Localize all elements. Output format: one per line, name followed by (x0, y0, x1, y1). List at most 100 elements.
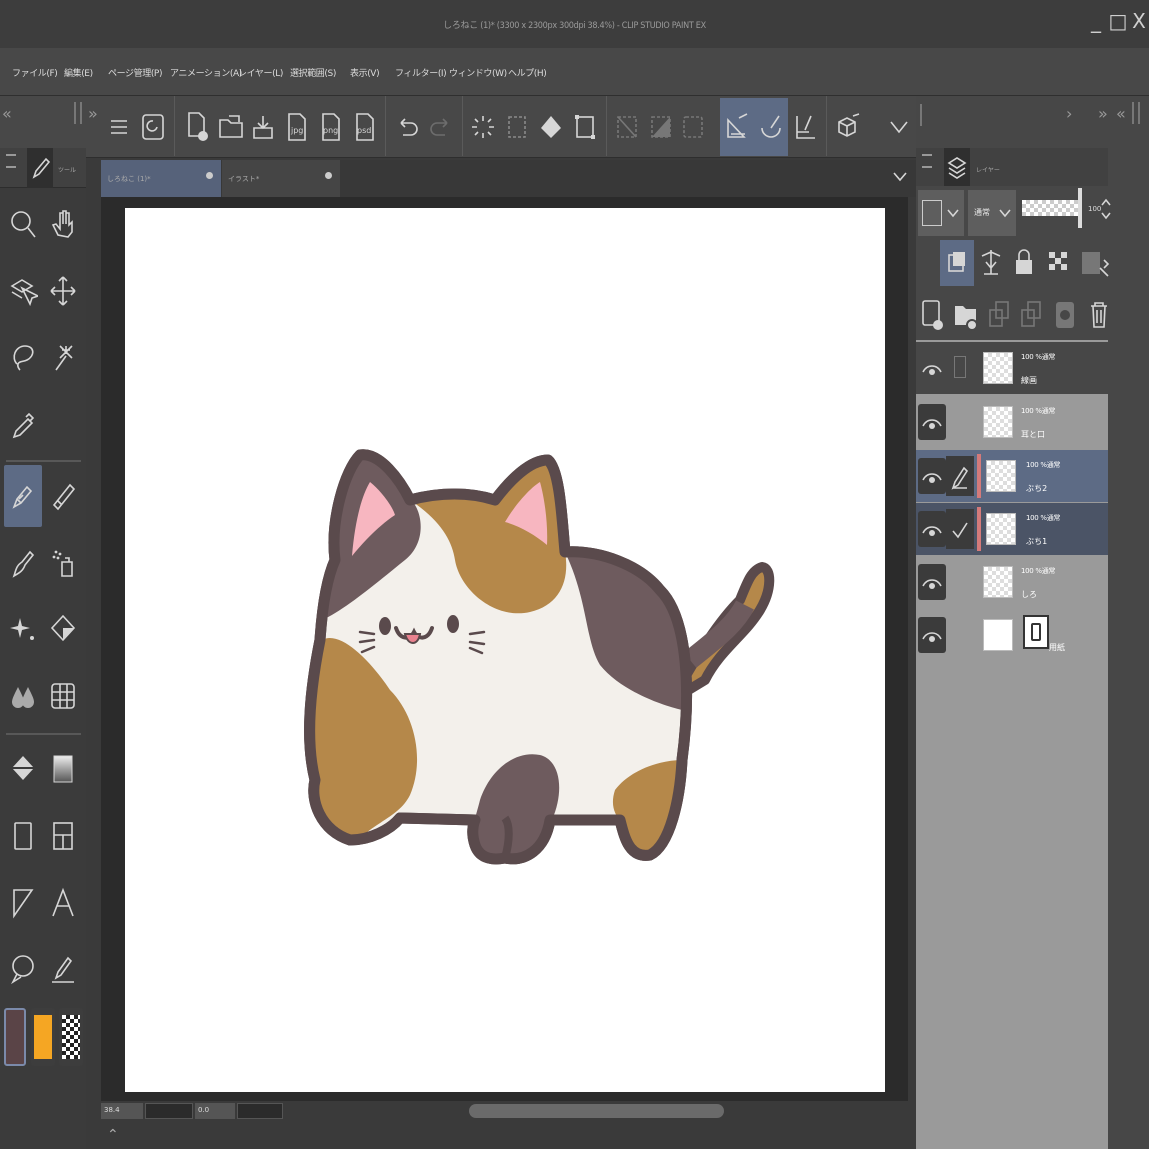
fill-icon[interactable] (534, 98, 568, 156)
merge-down-icon[interactable] (1018, 298, 1044, 336)
blend-tool-icon[interactable] (44, 598, 82, 660)
lasso-tool-icon[interactable] (4, 326, 42, 388)
object-select-tool-icon[interactable] (4, 260, 42, 322)
airbrush-tool-icon[interactable] (44, 532, 82, 594)
layer-lock-slot[interactable] (954, 356, 966, 378)
move-layer-tool-icon[interactable] (44, 260, 82, 322)
pen-tool-icon[interactable] (4, 465, 42, 527)
eye-icon[interactable] (918, 564, 946, 600)
ruler-tool-icon[interactable] (4, 872, 42, 934)
minimize-button[interactable]: _ (1085, 8, 1107, 34)
close-button[interactable]: X (1128, 8, 1149, 34)
transform-icon[interactable] (568, 98, 602, 156)
eye-icon[interactable] (918, 617, 946, 653)
eye-icon[interactable] (918, 458, 946, 494)
sub-color-swatch[interactable] (31, 1008, 55, 1066)
layer-row[interactable]: 100 %通常 耳と口 (916, 396, 1108, 448)
opacity-slider[interactable] (1022, 200, 1080, 216)
rotation-slider[interactable] (237, 1103, 283, 1119)
new-folder-icon[interactable] (952, 298, 980, 336)
clear-icon[interactable] (466, 98, 500, 156)
lock-layer-icon[interactable] (1010, 246, 1038, 282)
snap-grid-icon[interactable] (788, 98, 822, 156)
clear-outside-icon[interactable] (500, 98, 534, 156)
fill-tool-icon[interactable] (4, 738, 42, 800)
vertical-scrollbar[interactable] (908, 197, 916, 1101)
undo-icon[interactable] (390, 98, 424, 156)
frame-border-tool-icon[interactable] (44, 805, 82, 867)
selection-border-icon[interactable] (676, 98, 710, 156)
layer-color-dropdown[interactable] (918, 190, 964, 236)
layers-icon[interactable] (944, 148, 970, 186)
redo-icon[interactable] (424, 98, 458, 156)
panel-menu-icon[interactable] (922, 154, 932, 168)
reference-layer-icon[interactable] (940, 240, 974, 286)
menu-edit[interactable]: 編集(E) (64, 66, 93, 79)
tool-tab-pen-icon[interactable] (27, 148, 53, 188)
zoom-field[interactable]: 38.4 (101, 1103, 143, 1119)
panel-grip-icon[interactable] (74, 102, 82, 124)
export-jpg-icon[interactable]: jpg (280, 98, 314, 156)
menu-layer[interactable]: レイヤー(L) (238, 66, 283, 79)
chevron-right-icon[interactable]: › (1066, 104, 1072, 123)
document-tab[interactable]: しろねこ (1)* (101, 160, 221, 197)
frame-tool-icon[interactable] (4, 805, 42, 867)
snap-special-ruler-icon[interactable] (754, 98, 788, 156)
hand-tool-icon[interactable] (44, 193, 82, 255)
menu-file[interactable]: ファイル(F) (12, 66, 58, 79)
layer-row[interactable]: 用紙 (916, 609, 1108, 661)
correct-line-tool-icon[interactable] (44, 938, 82, 1000)
text-tool-icon[interactable] (44, 872, 82, 934)
brush-tool-icon[interactable] (4, 532, 42, 594)
new-file-icon[interactable] (180, 98, 214, 156)
export-png-icon[interactable]: png (314, 98, 348, 156)
menu-window[interactable]: ウィンドウ(W) (449, 66, 507, 79)
menu-animation[interactable]: アニメーション(A) (170, 66, 242, 79)
panel-grip-icon[interactable] (920, 104, 928, 126)
eye-icon[interactable] (918, 350, 946, 386)
blend-mode-dropdown[interactable]: 通常 (968, 190, 1016, 236)
3d-object-icon[interactable] (830, 98, 864, 156)
expand-up-icon[interactable]: ⌃ (107, 1127, 119, 1143)
document-tab[interactable]: イラスト* (222, 160, 340, 197)
main-color-swatch[interactable] (4, 1008, 26, 1066)
blur-tool-icon[interactable] (4, 665, 42, 727)
clip-studio-icon[interactable] (136, 98, 170, 156)
eye-icon[interactable] (918, 404, 946, 440)
menu-filter[interactable]: フィルター(I) (395, 66, 447, 79)
panel-menu-icon[interactable] (6, 154, 16, 168)
layer-row[interactable]: 100 %通常 しろ (916, 556, 1108, 608)
transfer-down-icon[interactable] (986, 298, 1012, 336)
eyedropper-tool-icon[interactable] (4, 393, 42, 455)
collapse-left-icon[interactable]: « (1116, 104, 1126, 123)
collapse-left-icon[interactable]: « (2, 104, 12, 123)
zoom-tool-icon[interactable] (4, 193, 42, 255)
panel-grip-icon[interactable] (1132, 102, 1140, 124)
eye-icon[interactable] (918, 511, 946, 547)
layer-row[interactable]: 100 %通常 線画 (916, 342, 1108, 394)
balloon-tool-icon[interactable] (4, 938, 42, 1000)
delete-layer-icon[interactable] (1086, 298, 1112, 336)
check-icon[interactable] (946, 509, 974, 549)
menu-view[interactable]: 表示(V) (350, 66, 380, 79)
eraser-tool-icon[interactable] (44, 465, 82, 527)
transparent-color-swatch[interactable] (59, 1008, 83, 1066)
open-file-icon[interactable] (214, 98, 248, 156)
magic-wand-tool-icon[interactable] (44, 326, 82, 388)
invert-selection-icon[interactable] (644, 98, 678, 156)
collapse-right-icon[interactable]: » (1098, 104, 1108, 123)
lock-transparency-icon[interactable] (1044, 246, 1072, 282)
export-psd-icon[interactable]: psd (348, 98, 382, 156)
layer-list-scrollbar[interactable] (1108, 340, 1149, 1149)
menu-page[interactable]: ページ管理(P) (108, 66, 162, 79)
layer-mask-icon[interactable] (1052, 298, 1078, 336)
menu-selection[interactable]: 選択範囲(S) (290, 66, 336, 79)
menu-help[interactable]: ヘルプ(H) (508, 66, 547, 79)
save-icon[interactable] (246, 98, 280, 156)
opacity-slider-handle[interactable] (1078, 188, 1082, 228)
menu-icon[interactable] (102, 98, 136, 156)
maximize-button[interactable]: □ (1107, 8, 1129, 34)
canvas-paper[interactable] (125, 208, 885, 1092)
collapse-right-icon[interactable]: » (88, 104, 98, 123)
deselect-icon[interactable] (610, 98, 644, 156)
